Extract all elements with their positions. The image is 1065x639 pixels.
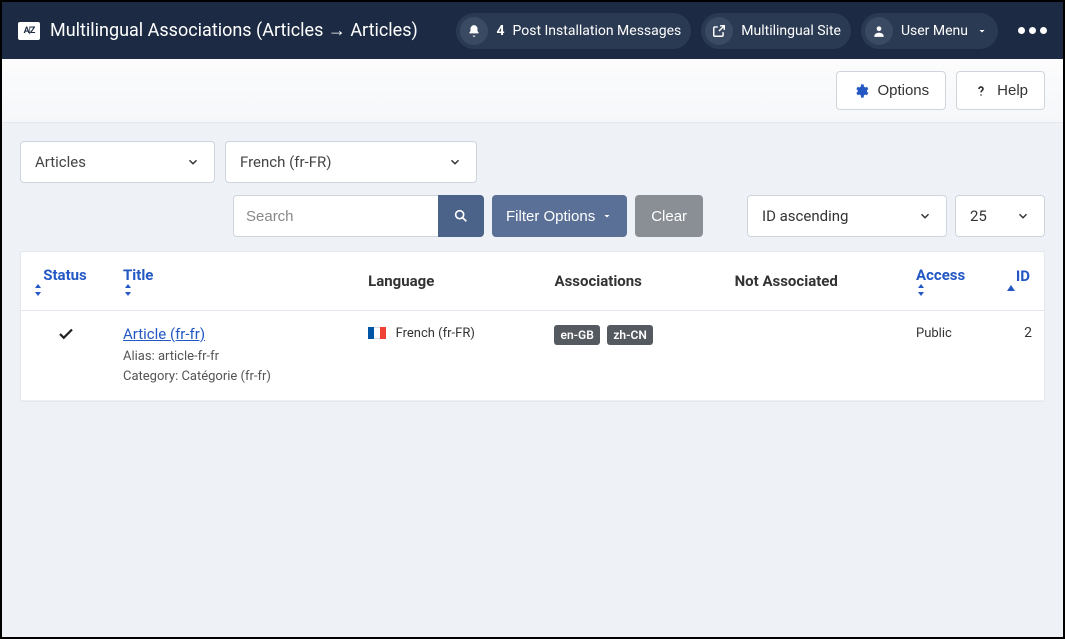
toolbar: Options Help xyxy=(2,59,1063,123)
cell-language: French (fr-FR) xyxy=(356,311,542,401)
bell-icon xyxy=(460,17,488,45)
filter-options-label: Filter Options xyxy=(506,208,595,225)
search-icon xyxy=(453,208,469,224)
notifications-button[interactable]: 4 Post Installation Messages xyxy=(456,13,691,49)
col-associations: Associations xyxy=(542,252,722,311)
cell-status xyxy=(21,311,111,401)
notifications-count: 4 xyxy=(496,23,504,39)
options-label: Options xyxy=(877,82,929,99)
filters-row: Articles French (fr-FR) xyxy=(20,141,1045,183)
more-menu-button[interactable] xyxy=(1018,27,1047,34)
col-id[interactable]: ID xyxy=(994,252,1044,311)
sort-asc-icon xyxy=(1006,285,1032,295)
item-type-value: Articles xyxy=(35,153,86,171)
sort-select[interactable]: ID ascending xyxy=(747,195,947,237)
header-right: 4 Post Installation Messages Multilingua… xyxy=(456,13,1047,49)
site-link-button[interactable]: Multilingual Site xyxy=(701,13,851,49)
cell-not-associated xyxy=(723,311,904,401)
language-text: French (fr-FR) xyxy=(396,326,475,341)
search-row: Filter Options Clear ID ascending 25 xyxy=(20,195,1045,237)
site-link-label: Multilingual Site xyxy=(741,23,841,39)
limit-value: 25 xyxy=(970,207,987,225)
sort-icon xyxy=(33,284,99,296)
content-area: Articles French (fr-FR) Filter Options xyxy=(2,123,1063,637)
clear-label: Clear xyxy=(651,208,687,225)
cell-access: Public xyxy=(904,311,994,401)
user-menu-button[interactable]: User Menu xyxy=(861,13,998,49)
chevron-down-icon xyxy=(448,155,462,169)
search-group xyxy=(233,195,484,237)
cell-associations: en-GB zh-CN xyxy=(542,311,722,401)
search-button[interactable] xyxy=(438,195,484,237)
results-table-card: Status Title Language Associations Not A… xyxy=(20,251,1045,402)
help-label: Help xyxy=(997,82,1028,99)
sort-value: ID ascending xyxy=(762,207,848,225)
limit-select[interactable]: 25 xyxy=(955,195,1045,237)
item-type-select[interactable]: Articles xyxy=(20,141,215,183)
chevron-down-icon xyxy=(186,155,200,169)
sort-icon xyxy=(916,284,982,296)
clear-button[interactable]: Clear xyxy=(635,195,703,237)
sort-icon xyxy=(123,284,344,296)
item-meta: Alias: article-fr-fr Category: Catégorie… xyxy=(123,347,344,386)
notifications-label: Post Installation Messages xyxy=(512,23,681,39)
page-title: Multilingual Associations (Articles → Ar… xyxy=(50,20,418,41)
association-badge[interactable]: en-GB xyxy=(554,325,599,345)
app-icon: A|Z xyxy=(18,22,40,40)
chevron-down-icon xyxy=(918,209,932,223)
language-value: French (fr-FR) xyxy=(240,153,331,171)
cell-title: Article (fr-fr) Alias: article-fr-fr Cat… xyxy=(111,311,356,401)
user-menu-label: User Menu xyxy=(901,23,968,39)
gear-icon xyxy=(853,83,869,99)
help-button[interactable]: Help xyxy=(956,71,1045,110)
chevron-down-icon xyxy=(1016,209,1030,223)
col-access[interactable]: Access xyxy=(904,252,994,311)
search-input[interactable] xyxy=(233,195,438,237)
filter-options-button[interactable]: Filter Options xyxy=(492,195,627,237)
help-icon xyxy=(973,83,989,99)
user-icon xyxy=(865,17,893,45)
options-button[interactable]: Options xyxy=(836,71,946,110)
top-header: A|Z Multilingual Associations (Articles … xyxy=(2,2,1063,59)
table-row: Article (fr-fr) Alias: article-fr-fr Cat… xyxy=(21,311,1044,401)
flag-fr-icon xyxy=(368,327,386,339)
chevron-down-icon xyxy=(976,25,988,37)
col-status[interactable]: Status xyxy=(21,252,111,311)
col-not-associated: Not Associated xyxy=(723,252,904,311)
col-title[interactable]: Title xyxy=(111,252,356,311)
external-link-icon xyxy=(705,17,733,45)
association-badge[interactable]: zh-CN xyxy=(607,325,653,345)
header-left: A|Z Multilingual Associations (Articles … xyxy=(18,20,448,41)
item-title-link[interactable]: Article (fr-fr) xyxy=(123,325,205,343)
cell-id: 2 xyxy=(994,311,1044,401)
col-language: Language xyxy=(356,252,542,311)
check-icon[interactable] xyxy=(57,325,75,343)
chevron-down-icon xyxy=(601,210,613,222)
results-table: Status Title Language Associations Not A… xyxy=(21,252,1044,401)
language-select[interactable]: French (fr-FR) xyxy=(225,141,477,183)
